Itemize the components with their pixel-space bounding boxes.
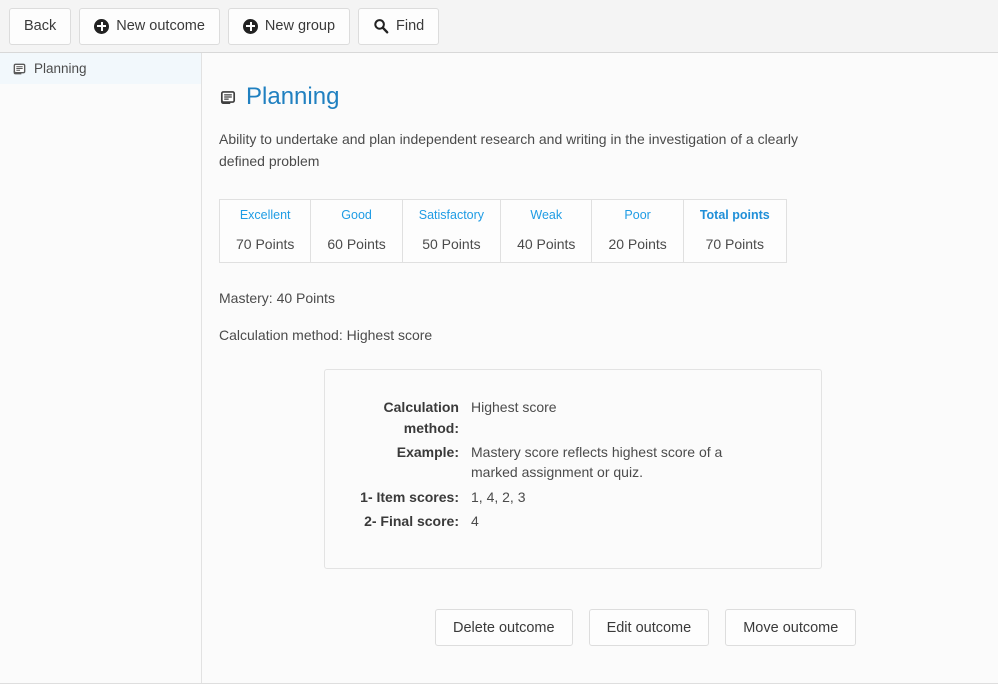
detail-label: Example: bbox=[396, 443, 459, 460]
detail-value: 1, 4, 2, 3 bbox=[471, 488, 526, 505]
ratings-value-row: 70 Points 60 Points 50 Points 40 Points … bbox=[218, 229, 787, 264]
new-outcome-button[interactable]: New outcome bbox=[79, 7, 220, 45]
rating-header-weak: Weak bbox=[500, 199, 593, 230]
detail-row-item-scores: 1- Item scores: 1, 4, 2, 3 bbox=[325, 487, 821, 507]
outcome-description: Ability to undertake and plan independen… bbox=[219, 131, 799, 169]
page-title: Planning bbox=[246, 83, 340, 110]
detail-label: 1- Item scores: bbox=[360, 488, 459, 505]
detail-value: Mastery score reflects highest score of … bbox=[471, 443, 723, 481]
ratings-header-row: Excellent Good Satisfactory Weak Poor To… bbox=[218, 199, 787, 230]
rating-value-good: 60 Points bbox=[310, 229, 403, 264]
edit-outcome-button-label: Edit outcome bbox=[606, 619, 692, 636]
mastery-line: Mastery: 40 Points bbox=[219, 290, 335, 307]
rating-value-excellent: 70 Points bbox=[218, 229, 312, 264]
rating-header-poor: Poor bbox=[591, 199, 684, 230]
search-icon bbox=[374, 19, 389, 34]
outcomes-page: Back New outcome New group Find Planning… bbox=[0, 0, 998, 691]
rating-header-good: Good bbox=[310, 199, 403, 230]
outcome-icon bbox=[220, 91, 236, 105]
rating-value-poor: 20 Points bbox=[591, 229, 684, 264]
rating-value-satisfactory: 50 Points bbox=[401, 229, 502, 264]
find-button[interactable]: Find bbox=[358, 7, 440, 45]
detail-label: 2- Final score: bbox=[364, 512, 459, 529]
body: Planning Planning Ability to undertake a… bbox=[0, 53, 998, 683]
rating-header-excellent: Excellent bbox=[218, 199, 312, 230]
page-title-row: Planning bbox=[219, 85, 998, 109]
content-pane: Planning Ability to undertake and plan i… bbox=[202, 53, 998, 683]
find-button-label: Find bbox=[396, 17, 425, 34]
rating-header-satisfactory: Satisfactory bbox=[401, 199, 502, 230]
back-button[interactable]: Back bbox=[9, 7, 72, 45]
edit-outcome-button[interactable]: Edit outcome bbox=[588, 609, 710, 647]
detail-row-example: Example: Mastery score reflects highest … bbox=[325, 442, 821, 483]
detail-row-final-score: 2- Final score: 4 bbox=[325, 511, 821, 531]
ratings-table: Excellent Good Satisfactory Weak Poor To… bbox=[218, 199, 787, 264]
plus-circle-icon bbox=[94, 18, 110, 34]
outcome-icon bbox=[13, 63, 26, 75]
detail-row-calculation-method: Calculation method: Highest score bbox=[325, 397, 821, 438]
bottom-divider bbox=[0, 683, 998, 684]
new-group-button[interactable]: New group bbox=[227, 7, 351, 45]
detail-label: Calculation method: bbox=[383, 399, 459, 436]
calculation-detail-box: Calculation method: Highest score Exampl… bbox=[324, 369, 822, 570]
sidebar-item-label: Planning bbox=[34, 61, 87, 76]
detail-value: Highest score bbox=[471, 399, 557, 416]
delete-outcome-button-label: Delete outcome bbox=[453, 619, 555, 636]
action-buttons: Delete outcome Edit outcome Move outcome bbox=[435, 609, 998, 647]
rating-value-total-points: 70 Points bbox=[682, 229, 787, 264]
sidebar: Planning bbox=[0, 53, 202, 683]
back-button-label: Back bbox=[24, 17, 57, 34]
calculation-method-line: Calculation method: Highest score bbox=[219, 327, 433, 344]
rating-value-weak: 40 Points bbox=[500, 229, 593, 264]
delete-outcome-button[interactable]: Delete outcome bbox=[435, 609, 573, 647]
plus-circle-icon bbox=[242, 18, 258, 34]
detail-value: 4 bbox=[471, 512, 479, 529]
move-outcome-button[interactable]: Move outcome bbox=[725, 609, 857, 647]
new-outcome-button-label: New outcome bbox=[116, 17, 205, 34]
toolbar: Back New outcome New group Find bbox=[0, 0, 998, 53]
sidebar-item-planning[interactable]: Planning bbox=[0, 53, 201, 84]
move-outcome-button-label: Move outcome bbox=[743, 619, 839, 636]
rating-header-total-points: Total points bbox=[682, 199, 787, 230]
new-group-button-label: New group bbox=[264, 17, 336, 34]
